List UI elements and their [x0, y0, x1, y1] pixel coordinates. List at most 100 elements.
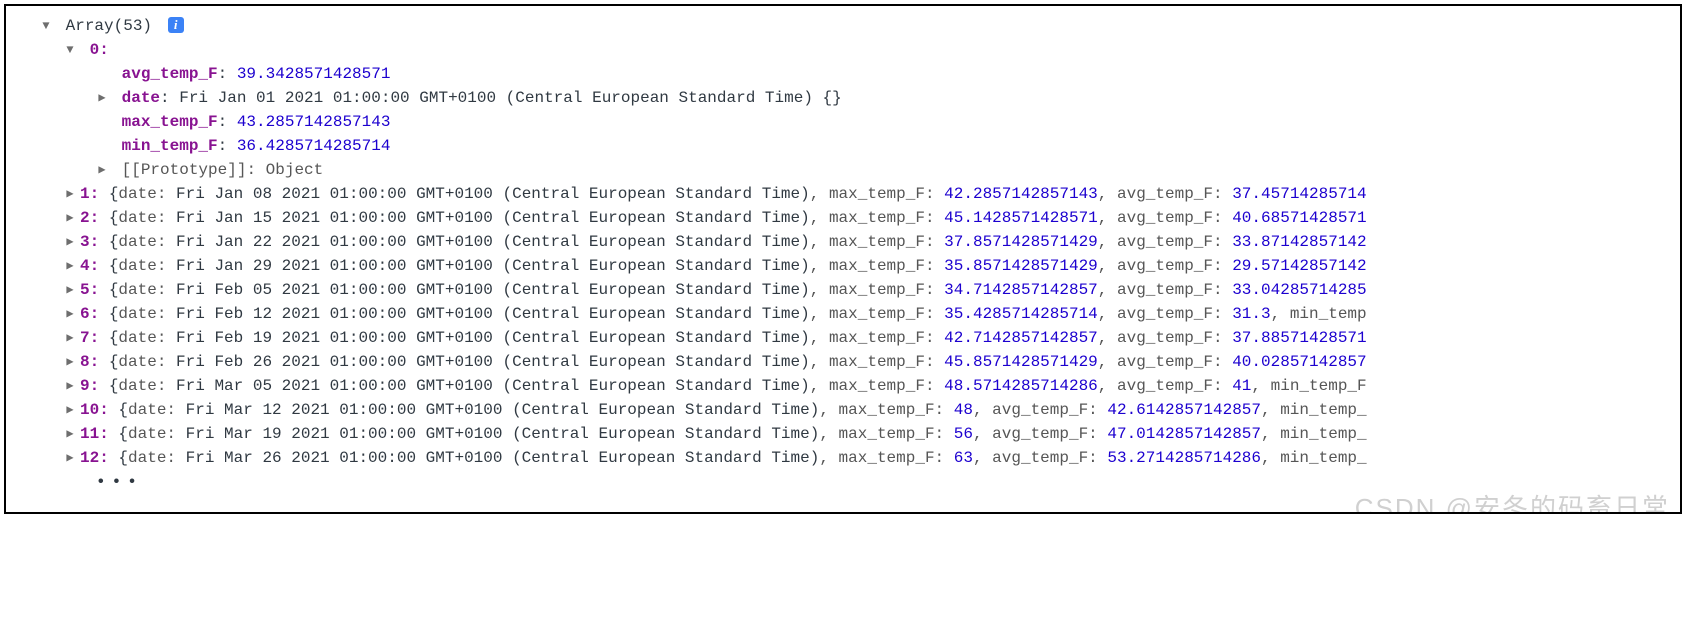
array-item-collapsed[interactable]: 8: {date: Fri Feb 26 2021 01:00:00 GMT+0…	[16, 350, 1670, 374]
array-item-collapsed[interactable]: 4: {date: Fri Jan 29 2021 01:00:00 GMT+0…	[16, 254, 1670, 278]
preview-key: , max_temp_F:	[819, 425, 953, 443]
preview-key: , max_temp_F:	[810, 281, 944, 299]
disclosure-triangle-icon[interactable]	[96, 89, 108, 107]
array-item-collapsed[interactable]: 5: {date: Fri Feb 05 2021 01:00:00 GMT+0…	[16, 278, 1670, 302]
disclosure-triangle-icon[interactable]	[64, 329, 76, 347]
preview-key: , avg_temp_F:	[973, 401, 1107, 419]
preview-value: 31.3	[1232, 305, 1270, 323]
info-icon[interactable]: i	[168, 17, 184, 33]
array-item-collapsed[interactable]: 11: {date: Fri Mar 19 2021 01:00:00 GMT+…	[16, 422, 1670, 446]
preview-key: , avg_temp_F:	[1098, 305, 1232, 323]
preview-key: , max_temp_F:	[819, 401, 953, 419]
preview-key: , max_temp_F:	[810, 209, 944, 227]
preview-trailing: , min_temp_F	[1251, 377, 1366, 395]
preview-value: Fri Jan 22 2021 01:00:00 GMT+0100 (Centr…	[176, 233, 810, 251]
preview-key: , max_temp_F:	[810, 233, 944, 251]
preview-value: 34.7142857142857	[944, 281, 1098, 299]
disclosure-triangle-icon[interactable]	[64, 209, 76, 227]
preview-value: 56	[954, 425, 973, 443]
array-index: 8	[80, 353, 90, 371]
preview-value: Fri Mar 12 2021 01:00:00 GMT+0100 (Centr…	[186, 401, 820, 419]
preview-value: Fri Mar 19 2021 01:00:00 GMT+0100 (Centr…	[186, 425, 820, 443]
preview-key: , max_temp_F:	[810, 353, 944, 371]
preview-key: date:	[118, 209, 176, 227]
preview-value: Fri Feb 26 2021 01:00:00 GMT+0100 (Centr…	[176, 353, 810, 371]
array-index: 9	[80, 377, 90, 395]
array-item-collapsed[interactable]: 1: {date: Fri Jan 08 2021 01:00:00 GMT+0…	[16, 182, 1670, 206]
preview-key: , avg_temp_F:	[1098, 185, 1232, 203]
disclosure-triangle-icon[interactable]	[64, 401, 76, 419]
console-output-panel: Array(53) i 0: avg_temp_F: 39.3428571428…	[4, 4, 1682, 514]
preview-value: 35.8571428571429	[944, 257, 1098, 275]
preview-value: 40.68571428571	[1232, 209, 1366, 227]
object-property-row[interactable]: min_temp_F: 36.4285714285714	[16, 134, 1670, 158]
array-index: 2	[80, 209, 90, 227]
preview-value: 53.2714285714286	[1107, 449, 1261, 467]
array-item-collapsed[interactable]: 12: {date: Fri Mar 26 2021 01:00:00 GMT+…	[16, 446, 1670, 470]
preview-key: date:	[118, 185, 176, 203]
property-value: 36.4285714285714	[237, 137, 391, 155]
disclosure-triangle-icon[interactable]	[64, 425, 76, 443]
disclosure-triangle-icon[interactable]	[40, 17, 52, 35]
preview-value: 45.1428571428571	[944, 209, 1098, 227]
preview-key: , avg_temp_F:	[1098, 233, 1232, 251]
prototype-row[interactable]: [[Prototype]]: Object	[16, 158, 1670, 182]
array-item-collapsed[interactable]: 10: {date: Fri Mar 12 2021 01:00:00 GMT+…	[16, 398, 1670, 422]
preview-key: date:	[118, 353, 176, 371]
disclosure-triangle-icon[interactable]	[64, 353, 76, 371]
preview-key: date:	[118, 377, 176, 395]
property-key: max_temp_F	[122, 113, 218, 131]
preview-key: date:	[118, 305, 176, 323]
preview-value: 37.88571428571	[1232, 329, 1366, 347]
array-item-collapsed[interactable]: 2: {date: Fri Jan 15 2021 01:00:00 GMT+0…	[16, 206, 1670, 230]
preview-value: 41	[1232, 377, 1251, 395]
preview-key: date:	[128, 449, 186, 467]
array-item-collapsed[interactable]: 3: {date: Fri Jan 22 2021 01:00:00 GMT+0…	[16, 230, 1670, 254]
preview-value: 48	[954, 401, 973, 419]
disclosure-triangle-icon[interactable]	[64, 377, 76, 395]
disclosure-triangle-icon[interactable]	[64, 281, 76, 299]
preview-value: 37.45714285714	[1232, 185, 1366, 203]
object-property-row[interactable]: avg_temp_F: 39.3428571428571	[16, 62, 1670, 86]
preview-key: , avg_temp_F:	[1098, 377, 1232, 395]
array-index: 12	[80, 449, 99, 467]
preview-value: 63	[954, 449, 973, 467]
preview-key: , avg_temp_F:	[1098, 329, 1232, 347]
disclosure-triangle-icon[interactable]	[64, 305, 76, 323]
array-item-collapsed[interactable]: 6: {date: Fri Feb 12 2021 01:00:00 GMT+0…	[16, 302, 1670, 326]
array-item-collapsed[interactable]: 7: {date: Fri Feb 19 2021 01:00:00 GMT+0…	[16, 326, 1670, 350]
disclosure-triangle-icon[interactable]	[64, 233, 76, 251]
empty-object: {}	[823, 89, 842, 107]
array-count: (53)	[114, 17, 152, 35]
disclosure-triangle-icon[interactable]	[64, 257, 76, 275]
array-index: 10	[80, 401, 99, 419]
preview-value: 37.8571428571429	[944, 233, 1098, 251]
disclosure-triangle-icon[interactable]	[96, 161, 108, 179]
preview-key: , max_temp_F:	[810, 329, 944, 347]
disclosure-triangle-icon[interactable]	[64, 449, 76, 467]
array-header[interactable]: Array(53) i	[16, 14, 1670, 38]
preview-key: , avg_temp_F:	[973, 449, 1107, 467]
array-index: 6	[80, 305, 90, 323]
preview-key: date:	[128, 401, 186, 419]
property-value: 39.3428571428571	[237, 65, 391, 83]
disclosure-triangle-icon[interactable]	[64, 185, 76, 203]
preview-key: , avg_temp_F:	[1098, 257, 1232, 275]
preview-key: , avg_temp_F:	[1098, 281, 1232, 299]
preview-value: 33.04285714285	[1232, 281, 1366, 299]
preview-value: 48.5714285714286	[944, 377, 1098, 395]
array-item-0-header[interactable]: 0:	[16, 38, 1670, 62]
array-type-label: Array	[66, 17, 114, 35]
preview-key: , avg_temp_F:	[1098, 209, 1232, 227]
object-property-row[interactable]: max_temp_F: 43.2857142857143	[16, 110, 1670, 134]
preview-trailing: , min_temp_	[1261, 425, 1367, 443]
preview-value: 29.57142857142	[1232, 257, 1366, 275]
preview-key: , max_temp_F:	[810, 377, 944, 395]
disclosure-triangle-icon[interactable]	[64, 41, 76, 59]
array-item-collapsed[interactable]: 9: {date: Fri Mar 05 2021 01:00:00 GMT+0…	[16, 374, 1670, 398]
property-key: min_temp_F	[122, 137, 218, 155]
preview-value: Fri Feb 19 2021 01:00:00 GMT+0100 (Centr…	[176, 329, 810, 347]
property-key: date	[122, 89, 160, 107]
object-property-row[interactable]: date: Fri Jan 01 2021 01:00:00 GMT+0100 …	[16, 86, 1670, 110]
preview-value: Fri Mar 26 2021 01:00:00 GMT+0100 (Centr…	[186, 449, 820, 467]
